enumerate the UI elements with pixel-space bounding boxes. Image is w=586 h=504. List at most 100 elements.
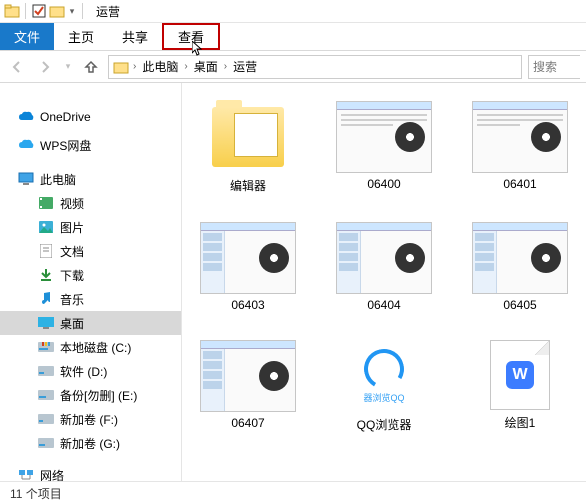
tab-view-label: 查看 (178, 27, 204, 46)
sidebar-item-documents[interactable]: 文档 (0, 239, 181, 263)
address-bar[interactable]: › 此电脑 › 桌面 › 运营 (108, 55, 522, 79)
sidebar-item-network[interactable]: 网络 (0, 463, 181, 481)
folder-icon (113, 59, 129, 75)
drive-icon (38, 387, 54, 403)
sidebar-item-pictures[interactable]: 图片 (0, 215, 181, 239)
file-item-qq[interactable]: 器浏览QQ QQ浏览器 (336, 340, 432, 433)
qq-icon (360, 344, 409, 393)
recent-dropdown[interactable]: ▾ (62, 56, 74, 78)
document-icon (38, 243, 54, 259)
desktop-icon (38, 315, 54, 331)
folder-thumbnail (200, 101, 296, 173)
sidebar-label: OneDrive (40, 110, 91, 124)
drive-icon (38, 363, 54, 379)
file-label: 06403 (200, 298, 296, 312)
sidebar-item-disk-d[interactable]: 软件 (D:) (0, 359, 181, 383)
search-input[interactable]: 搜索 (528, 55, 580, 79)
explorer-body: OneDrive WPS网盘 此电脑 视频 图片 文档 下载 音乐 桌面 本地磁… (0, 83, 586, 481)
drive-icon (38, 435, 54, 451)
sidebar-item-disk-c[interactable]: 本地磁盘 (C:) (0, 335, 181, 359)
file-label: 06405 (472, 298, 568, 312)
video-thumbnail (472, 222, 568, 294)
sidebar-label: 新加卷 (F:) (60, 411, 118, 428)
download-icon (38, 267, 54, 283)
separator (25, 3, 26, 19)
dropdown-icon[interactable]: ▾ (67, 3, 77, 19)
drive-icon (38, 339, 54, 355)
item-count: 11 个项目 (10, 485, 62, 502)
tab-share[interactable]: 共享 (108, 23, 162, 50)
qq-sublabel: 器浏览QQ (363, 391, 404, 404)
file-item-folder[interactable]: 编辑器 (200, 101, 296, 194)
chevron-right-icon[interactable]: › (182, 61, 189, 72)
file-label: 06401 (472, 177, 568, 191)
video-thumbnail (200, 340, 296, 412)
file-item-video[interactable]: 06400 (336, 101, 432, 194)
sidebar-item-music[interactable]: 音乐 (0, 287, 181, 311)
sidebar-item-videos[interactable]: 视频 (0, 191, 181, 215)
item-grid: 编辑器 06400 06401 (200, 101, 586, 433)
tab-view[interactable]: 查看 (162, 23, 220, 50)
sidebar-item-disk-g[interactable]: 新加卷 (G:) (0, 431, 181, 455)
file-label: 06404 (336, 298, 432, 312)
cloud-icon (18, 109, 34, 125)
up-button[interactable] (80, 56, 102, 78)
file-item-video[interactable]: 06404 (336, 222, 432, 312)
file-label: QQ浏览器 (336, 416, 432, 433)
file-item-video[interactable]: 06405 (472, 222, 568, 312)
folder-small-icon[interactable] (49, 3, 65, 19)
sidebar-item-thispc[interactable]: 此电脑 (0, 167, 181, 191)
sidebar-label: 音乐 (60, 291, 84, 308)
window-title: 运营 (96, 3, 120, 20)
wps-badge-icon: W (506, 361, 534, 389)
separator (82, 3, 83, 19)
sidebar-label: 文档 (60, 243, 84, 260)
chevron-right-icon[interactable]: › (222, 61, 229, 72)
monitor-icon (18, 171, 34, 187)
sidebar-item-disk-f[interactable]: 新加卷 (F:) (0, 407, 181, 431)
music-icon (38, 291, 54, 307)
video-thumbnail (336, 222, 432, 294)
sidebar-item-onedrive[interactable]: OneDrive (0, 105, 181, 129)
sidebar-label: 新加卷 (G:) (60, 435, 120, 452)
sidebar-item-wps[interactable]: WPS网盘 (0, 133, 181, 157)
checkbox-icon[interactable] (31, 3, 47, 19)
titlebar: ▾ 运营 (0, 0, 586, 23)
file-label: 绘图1 (472, 414, 568, 431)
file-item-video[interactable]: 06407 (200, 340, 296, 433)
breadcrumb-seg2[interactable]: 运营 (231, 58, 259, 75)
sidebar-item-desktop[interactable]: 桌面 (0, 311, 181, 335)
drive-icon (38, 411, 54, 427)
file-item-wps[interactable]: W 绘图1 (472, 340, 568, 433)
sidebar-label: 图片 (60, 219, 84, 236)
file-item-video[interactable]: 06401 (472, 101, 568, 194)
sidebar-label: 下载 (60, 267, 84, 284)
sidebar-label: 备份[勿删] (E:) (60, 387, 137, 404)
sidebar-item-downloads[interactable]: 下载 (0, 263, 181, 287)
qq-thumbnail: 器浏览QQ (348, 346, 420, 406)
cloud-icon (18, 137, 34, 153)
back-button[interactable] (6, 56, 28, 78)
sidebar-label: 网络 (40, 467, 64, 482)
sidebar-label: 桌面 (60, 315, 84, 332)
sidebar-label: 软件 (D:) (60, 363, 107, 380)
breadcrumb-seg1[interactable]: 桌面 (192, 58, 220, 75)
folder-icon (4, 3, 20, 19)
breadcrumb-root[interactable]: 此电脑 (140, 58, 180, 75)
content-pane[interactable]: 编辑器 06400 06401 (182, 83, 586, 481)
quick-access-toolbar: ▾ (0, 3, 90, 19)
sidebar-label: 视频 (60, 195, 84, 212)
file-label: 06407 (200, 416, 296, 430)
sidebar-label: WPS网盘 (40, 137, 91, 154)
file-label: 06400 (336, 177, 432, 191)
forward-button[interactable] (34, 56, 56, 78)
sidebar-item-disk-e[interactable]: 备份[勿删] (E:) (0, 383, 181, 407)
file-item-video[interactable]: 06403 (200, 222, 296, 312)
picture-icon (38, 219, 54, 235)
tab-file[interactable]: 文件 (0, 23, 54, 50)
video-thumbnail (472, 101, 568, 173)
navigation-pane: OneDrive WPS网盘 此电脑 视频 图片 文档 下载 音乐 桌面 本地磁… (0, 83, 182, 481)
tab-home[interactable]: 主页 (54, 23, 108, 50)
chevron-right-icon[interactable]: › (131, 61, 138, 72)
video-thumbnail (200, 222, 296, 294)
